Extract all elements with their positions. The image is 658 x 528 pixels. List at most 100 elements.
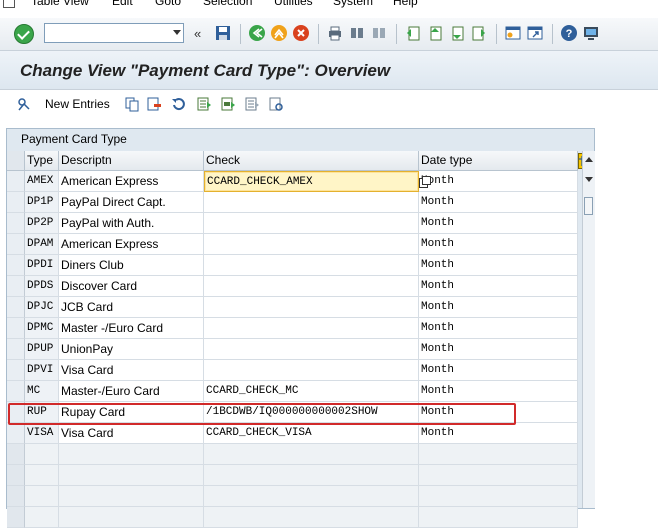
menu-utilities[interactable]: Utilities bbox=[274, 0, 313, 10]
previous-page-icon[interactable] bbox=[426, 24, 444, 42]
cell-date-type[interactable] bbox=[419, 507, 578, 528]
scrollbar-thumb[interactable] bbox=[584, 197, 593, 215]
row-selector[interactable] bbox=[7, 234, 25, 255]
row-selector[interactable] bbox=[7, 171, 25, 192]
menu-goto[interactable]: Goto bbox=[155, 0, 181, 10]
row-selector[interactable] bbox=[7, 381, 25, 402]
cell-date-type[interactable]: Month bbox=[419, 255, 578, 276]
cell-check[interactable]: CCARD_CHECK_MC bbox=[204, 381, 419, 402]
vertical-scrollbar[interactable] bbox=[582, 151, 595, 508]
cell-date-type[interactable]: Month bbox=[419, 318, 578, 339]
column-header-date-type[interactable]: Date type bbox=[419, 151, 578, 171]
empty-table-row[interactable] bbox=[7, 465, 578, 486]
cell-check[interactable] bbox=[204, 276, 419, 297]
table-row[interactable]: DPMC Master -/Euro Card Month bbox=[7, 318, 578, 339]
menu-window-icon[interactable] bbox=[3, 0, 15, 8]
cell-description[interactable]: UnionPay bbox=[59, 339, 204, 360]
cell-date-type[interactable] bbox=[419, 486, 578, 507]
cell-check[interactable] bbox=[204, 360, 419, 381]
row-selector[interactable] bbox=[7, 213, 25, 234]
find-next-icon[interactable] bbox=[370, 24, 388, 42]
table-row[interactable]: AMEX American Express CCARD_CHECK_AMEX Mont… bbox=[7, 171, 578, 192]
create-session-icon[interactable] bbox=[504, 24, 522, 42]
cell-check[interactable] bbox=[204, 339, 419, 360]
column-header-description[interactable]: Descriptn bbox=[59, 151, 204, 171]
find-icon[interactable] bbox=[348, 24, 366, 42]
cell-date-type[interactable] bbox=[419, 444, 578, 465]
cell-description[interactable] bbox=[59, 486, 204, 507]
table-row[interactable]: DPJC JCB Card Month bbox=[7, 297, 578, 318]
table-row[interactable]: DPAM American Express Month bbox=[7, 234, 578, 255]
table-row[interactable]: DPVI Visa Card Month bbox=[7, 360, 578, 381]
select-all-icon[interactable] bbox=[196, 96, 212, 112]
cell-check[interactable] bbox=[204, 234, 419, 255]
exit-icon[interactable] bbox=[270, 24, 288, 42]
table-row[interactable]: DP2P PayPal with Auth. Month bbox=[7, 213, 578, 234]
scroll-up-icon[interactable] bbox=[585, 157, 593, 162]
cell-description[interactable]: Visa Card bbox=[59, 360, 204, 381]
cell-date-type[interactable]: Month bbox=[419, 297, 578, 318]
cell-type[interactable]: DPDI bbox=[25, 255, 59, 276]
back-icon[interactable] bbox=[248, 24, 266, 42]
cell-description[interactable] bbox=[59, 465, 204, 486]
cell-check[interactable] bbox=[204, 213, 419, 234]
cell-description[interactable]: American Express bbox=[59, 171, 204, 192]
cell-date-type[interactable]: Month bbox=[419, 423, 578, 444]
row-selector[interactable] bbox=[7, 255, 25, 276]
cell-check[interactable] bbox=[204, 486, 419, 507]
cell-check[interactable] bbox=[204, 318, 419, 339]
cell-date-type[interactable] bbox=[419, 465, 578, 486]
cell-description[interactable]: PayPal with Auth. bbox=[59, 213, 204, 234]
cell-description[interactable] bbox=[59, 507, 204, 528]
cell-type[interactable] bbox=[25, 444, 59, 465]
copy-as-icon[interactable] bbox=[124, 96, 140, 112]
empty-table-row[interactable] bbox=[7, 444, 578, 465]
table-row[interactable]: DPDI Diners Club Month bbox=[7, 255, 578, 276]
next-page-icon[interactable] bbox=[448, 24, 466, 42]
menu-selection[interactable]: Selection bbox=[203, 0, 252, 10]
cell-date-type[interactable]: Month bbox=[419, 213, 578, 234]
cell-type[interactable]: DPAM bbox=[25, 234, 59, 255]
cell-type[interactable]: DPDS bbox=[25, 276, 59, 297]
enter-icon[interactable] bbox=[14, 24, 34, 44]
table-row[interactable]: DPDS Discover Card Month bbox=[7, 276, 578, 297]
table-row[interactable]: DP1P PayPal Direct Capt. Month bbox=[7, 192, 578, 213]
cell-description[interactable]: PayPal Direct Capt. bbox=[59, 192, 204, 213]
cell-check[interactable] bbox=[204, 444, 419, 465]
row-selector[interactable] bbox=[7, 192, 25, 213]
shortcut-icon[interactable] bbox=[526, 24, 544, 42]
delete-icon[interactable] bbox=[146, 96, 162, 112]
cell-date-type[interactable]: Month bbox=[419, 360, 578, 381]
select-block-icon[interactable] bbox=[220, 96, 236, 112]
new-entries-button[interactable]: New Entries bbox=[45, 97, 110, 111]
cell-description[interactable] bbox=[59, 444, 204, 465]
print-icon[interactable] bbox=[326, 24, 344, 42]
table-row[interactable]: VISA Visa Card CCARD_CHECK_VISA Month bbox=[7, 423, 578, 444]
row-selector[interactable] bbox=[7, 318, 25, 339]
cancel-icon[interactable] bbox=[292, 24, 310, 42]
cell-type[interactable]: DPUP bbox=[25, 339, 59, 360]
empty-table-row[interactable] bbox=[7, 507, 578, 528]
cell-date-type[interactable]: Month bbox=[419, 171, 578, 192]
cell-description[interactable]: Diners Club bbox=[59, 255, 204, 276]
cell-type[interactable]: MC bbox=[25, 381, 59, 402]
menu-help[interactable]: Help bbox=[393, 0, 418, 10]
cell-type[interactable] bbox=[25, 507, 59, 528]
cell-check[interactable] bbox=[204, 507, 419, 528]
scroll-down-icon[interactable] bbox=[585, 177, 593, 182]
copy-value-icon[interactable] bbox=[419, 176, 431, 188]
cell-date-type[interactable]: Month bbox=[419, 339, 578, 360]
row-selector[interactable] bbox=[7, 423, 25, 444]
chevron-down-icon[interactable] bbox=[173, 30, 181, 35]
cell-check[interactable] bbox=[204, 255, 419, 276]
cell-check[interactable] bbox=[204, 192, 419, 213]
cell-type[interactable]: DP2P bbox=[25, 213, 59, 234]
menu-system[interactable]: System bbox=[333, 0, 373, 10]
table-row[interactable]: MC Master-/Euro Card CCARD_CHECK_MC Month bbox=[7, 381, 578, 402]
menu-table-view[interactable]: Table View bbox=[31, 0, 89, 10]
row-selector[interactable] bbox=[7, 360, 25, 381]
cell-description[interactable]: Discover Card bbox=[59, 276, 204, 297]
row-selector[interactable] bbox=[7, 339, 25, 360]
row-selector[interactable] bbox=[7, 465, 25, 486]
cell-type[interactable]: DPMC bbox=[25, 318, 59, 339]
